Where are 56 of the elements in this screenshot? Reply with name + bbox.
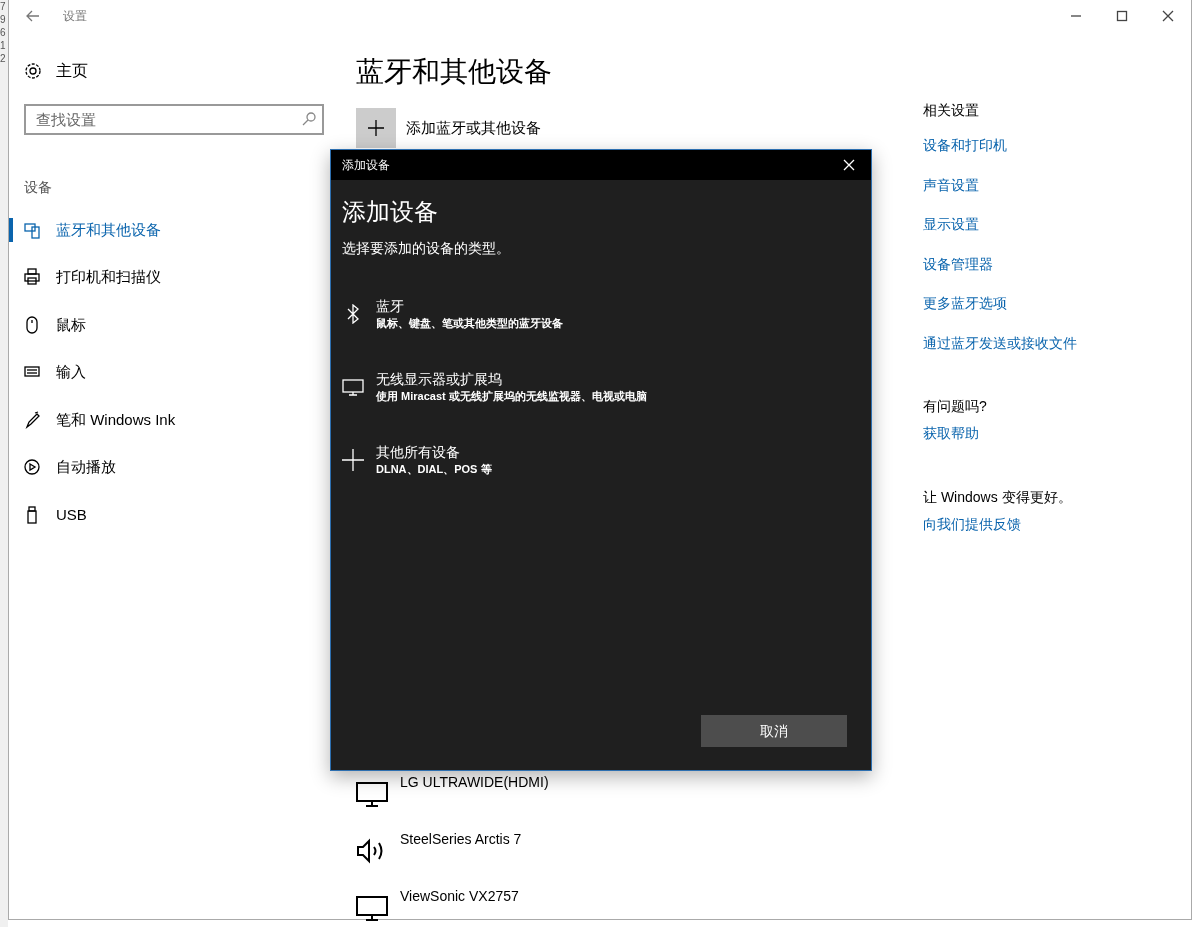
sidebar-item[interactable]: USB: [9, 491, 324, 539]
sidebar-item[interactable]: 打印机和扫描仪: [9, 253, 324, 301]
monitor-icon: [356, 894, 388, 922]
device-name[interactable]: LG ULTRAWIDE(HDMI): [400, 772, 549, 829]
search-field[interactable]: 查找设置: [24, 104, 324, 135]
sidebar-item[interactable]: 输入: [9, 348, 324, 396]
settings-link[interactable]: 更多蓝牙选项: [923, 293, 1077, 333]
sidebar-item[interactable]: 鼠标: [9, 301, 324, 349]
back-arrow-icon[interactable]: [25, 8, 41, 24]
settings-link[interactable]: 设备和打印机: [923, 135, 1077, 175]
edge-digit: 9: [0, 13, 7, 26]
sidebar-item[interactable]: 蓝牙和其他设备: [9, 206, 324, 254]
section-heading: 设备: [24, 178, 53, 197]
gear-icon[interactable]: [24, 62, 42, 80]
dialog-title: 添加设备: [342, 157, 390, 174]
edge-digit: 1: [0, 39, 7, 52]
mouse-icon: [24, 315, 40, 334]
settings-link[interactable]: 通过蓝牙发送或接收文件: [923, 332, 1077, 372]
settings-link[interactable]: 声音设置: [923, 174, 1077, 214]
dialog-prompt: 选择要添加的设备的类型。: [342, 239, 511, 258]
plus-icon: [342, 447, 364, 472]
sidebar-item[interactable]: 自动播放: [9, 443, 324, 491]
settings-link[interactable]: 设备管理器: [923, 253, 1077, 293]
settings-link[interactable]: 显示设置: [923, 214, 1077, 254]
pen-icon: [24, 410, 40, 429]
edge-digit: 7: [0, 0, 7, 13]
section-heading: 让 Windows 变得更好。: [923, 487, 1073, 507]
edge-digit: 6: [0, 26, 7, 39]
printer-icon: [24, 268, 40, 287]
device-name[interactable]: ViewSonic VX2757: [400, 886, 519, 927]
plus-icon: [367, 119, 385, 137]
feedback-link[interactable]: 向我们提供反馈: [923, 513, 1077, 553]
close-icon[interactable]: [1162, 10, 1174, 22]
edge-digit: 2: [0, 52, 7, 65]
device-type-option[interactable]: 无线显示器或扩展坞 使用 Miracast 或无线扩展坞的无线监视器、电视或电脑: [342, 350, 860, 423]
device-name[interactable]: SteelSeries Arctis 7: [400, 829, 522, 886]
maximize-icon[interactable]: [1116, 10, 1128, 22]
window-title: 设置: [63, 8, 87, 25]
device-type-option[interactable]: 蓝牙 鼠标、键盘、笔或其他类型的蓝牙设备: [342, 277, 860, 350]
home-link[interactable]: 主页: [56, 59, 88, 83]
monitor-icon: [342, 377, 364, 396]
section-heading: 相关设置: [923, 101, 980, 120]
add-device-button[interactable]: 添加蓝牙或其他设备: [356, 108, 541, 148]
sidebar-item[interactable]: 笔和 Windows Ink: [9, 396, 324, 444]
search-icon: [302, 112, 316, 126]
help-link[interactable]: 获取帮助: [923, 423, 1077, 463]
bluetooth-icon: [345, 303, 361, 324]
autoplay-icon: [24, 458, 40, 477]
dialog-heading: 添加设备: [342, 197, 439, 227]
device-type-option[interactable]: 其他所有设备 DLNA、DIAL、POS 等: [342, 423, 860, 496]
devices-icon: [24, 220, 40, 239]
cancel-button[interactable]: 取消: [701, 715, 847, 747]
page-title: 蓝牙和其他设备: [356, 55, 553, 89]
section-heading: 有问题吗?: [923, 397, 988, 416]
monitor-icon: [356, 780, 388, 808]
usb-icon: [24, 505, 40, 524]
